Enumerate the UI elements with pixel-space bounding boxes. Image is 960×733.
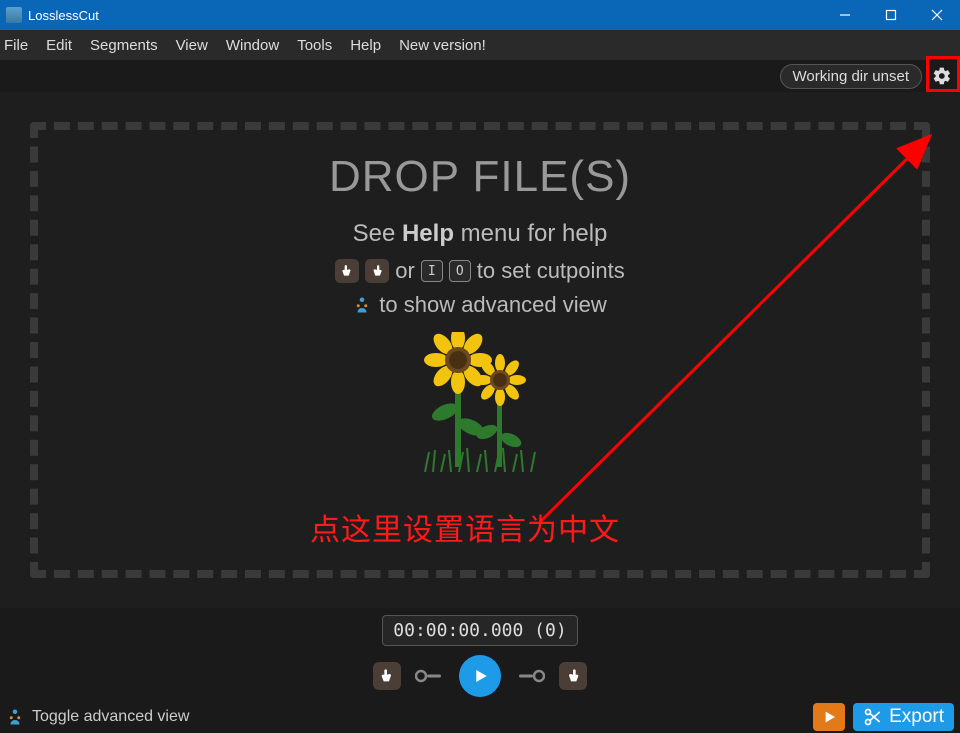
key-o: O	[449, 260, 471, 282]
toggle-advanced-label: Toggle advanced view	[32, 708, 189, 726]
menu-file[interactable]: File	[4, 37, 28, 54]
menubar: File Edit Segments View Window Tools Hel…	[0, 30, 960, 60]
bottom-bar: Toggle advanced view Export	[0, 700, 960, 733]
menu-tools[interactable]: Tools	[297, 37, 332, 54]
play-button[interactable]	[459, 655, 501, 697]
set-start-cutpoint-button[interactable]	[373, 662, 401, 690]
person-icon	[6, 708, 24, 726]
key-i: I	[421, 260, 443, 282]
menu-view[interactable]: View	[176, 37, 208, 54]
play-file-icon	[821, 709, 837, 725]
playback-controls	[0, 652, 960, 700]
jump-start-button[interactable]	[415, 668, 445, 684]
open-file-button[interactable]	[813, 703, 845, 731]
drop-advanced-line: to show advanced view	[0, 292, 960, 318]
drop-zone-content: DROP FILE(S) See Help menu for help or I…	[0, 152, 960, 472]
drop-help-pre: See	[353, 220, 402, 247]
drop-help-post: menu for help	[454, 220, 607, 247]
minimize-button[interactable]	[822, 0, 868, 30]
main-drop-area[interactable]: DROP FILE(S) See Help menu for help or I…	[0, 92, 960, 608]
sunflower-illustration	[415, 332, 545, 472]
menu-segments[interactable]: Segments	[90, 37, 158, 54]
export-button[interactable]: Export	[853, 703, 954, 731]
drop-or-text: or	[395, 258, 415, 284]
close-button[interactable]	[914, 0, 960, 30]
annotation-text: 点这里设置语言为中文	[310, 505, 620, 549]
maximize-button[interactable]	[868, 0, 914, 30]
drop-cutpoints-line: or I O to set cutpoints	[0, 258, 960, 284]
secondary-toolbar: Working dir unset	[0, 60, 960, 92]
menu-edit[interactable]: Edit	[46, 37, 72, 54]
annotation-highlight-box	[926, 56, 960, 92]
toggle-advanced-view[interactable]: Toggle advanced view	[6, 708, 189, 726]
jump-end-button[interactable]	[515, 668, 545, 684]
menu-new-version[interactable]: New version!	[399, 37, 486, 54]
hand-left-icon	[335, 259, 359, 283]
timecode-display[interactable]: 00:00:00.000 (0)	[382, 615, 577, 646]
timecode-bar: 00:00:00.000 (0)	[0, 608, 960, 652]
menu-window[interactable]: Window	[226, 37, 279, 54]
person-icon	[353, 296, 371, 314]
scissors-icon	[863, 707, 883, 727]
menu-help[interactable]: Help	[350, 37, 381, 54]
working-dir-button[interactable]: Working dir unset	[780, 64, 922, 89]
drop-help-line: See Help menu for help	[0, 220, 960, 248]
drop-advanced-text: to show advanced view	[379, 292, 606, 318]
drop-title: DROP FILE(S)	[0, 152, 960, 202]
drop-help-bold: Help	[402, 220, 454, 247]
window-titlebar: LosslessCut	[0, 0, 960, 30]
window-title: LosslessCut	[28, 8, 99, 23]
app-icon	[6, 7, 22, 23]
set-end-cutpoint-button[interactable]	[559, 662, 587, 690]
hand-right-icon	[365, 259, 389, 283]
drop-cutpoints-text: to set cutpoints	[477, 258, 625, 284]
export-label: Export	[889, 706, 944, 728]
